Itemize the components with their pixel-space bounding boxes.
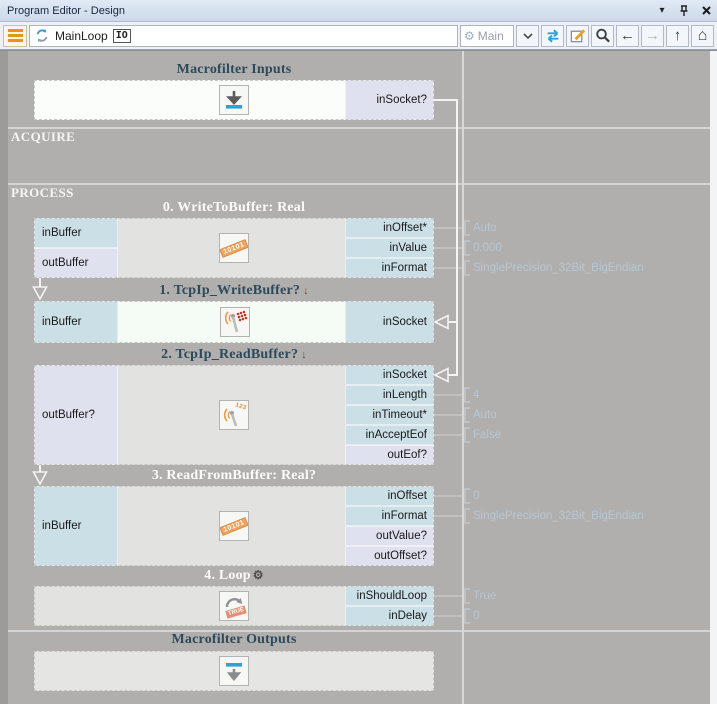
canvas-left-margin — [0, 51, 8, 704]
section-label-process: PROCESS — [11, 185, 74, 201]
port-informat[interactable]: inFormat — [345, 258, 434, 278]
value-informat[interactable]: SinglePrecision_32Bit_BigEndian — [473, 508, 644, 524]
port-outbuffer[interactable]: outBuffer — [34, 248, 118, 278]
value-inaccepteof[interactable]: False — [473, 427, 501, 443]
readfrombuffer-icon: 10101 — [219, 511, 249, 541]
search-icon — [594, 27, 611, 44]
navigate-up-button[interactable]: ↑ — [666, 25, 689, 47]
port-indelay[interactable]: inDelay — [345, 606, 434, 626]
io-badge: IO — [113, 29, 131, 43]
macro-inputs-title[interactable]: Macrofilter Inputs — [34, 62, 434, 78]
block-title-tcpip-readbuffer[interactable]: 2. TcpIp_ReadBuffer?↓ — [34, 347, 434, 363]
loop-icon: TRUE — [219, 591, 249, 621]
section-label-acquire: ACQUIRE — [11, 129, 75, 145]
port-outvalue[interactable]: outValue? — [345, 526, 434, 546]
port-insocket[interactable]: inSocket — [345, 365, 434, 385]
block-title-readfrombuffer[interactable]: 3. ReadFromBuffer: Real? — [34, 468, 434, 484]
forward-arrow-icon: → — [645, 27, 660, 44]
port-outoffset[interactable]: outOffset? — [345, 546, 434, 566]
value-invalue[interactable]: 0.000 — [473, 240, 502, 256]
navigate-back-button[interactable]: ← — [616, 25, 639, 47]
block-title-tcpip-writebuffer[interactable]: 1. TcpIp_WriteBuffer?↓ — [34, 283, 434, 299]
gear-icon: ⚙ — [464, 30, 475, 42]
value-inoffset[interactable]: 0 — [473, 488, 479, 504]
program-editor-window: Program Editor - Design ▾ MainLoop IO ⚙ … — [0, 0, 717, 703]
breadcrumb[interactable]: MainLoop IO — [29, 25, 458, 47]
tcpip-write-icon — [220, 307, 250, 337]
port-inaccepteof[interactable]: inAcceptEof — [345, 425, 434, 445]
macro-outputs-title[interactable]: Macrofilter Outputs — [34, 632, 434, 648]
editor-toolbar: MainLoop IO ⚙ Main ← — [0, 22, 717, 50]
up-arrow-icon: ↑ — [674, 27, 682, 44]
port-invalue[interactable]: inValue — [345, 238, 434, 258]
pin-icon[interactable] — [673, 2, 695, 20]
program-canvas[interactable]: ACQUIRE PROCESS Macrofilter Inputs inSoc… — [0, 50, 717, 703]
back-arrow-icon: ← — [620, 27, 635, 44]
port-insocket-out[interactable]: inSocket? — [345, 80, 434, 120]
port-outbuffer[interactable]: outBuffer? — [34, 365, 118, 465]
macrofilter-inputs-icon — [219, 85, 249, 115]
port-inbuffer[interactable]: inBuffer — [34, 301, 118, 343]
close-icon[interactable] — [695, 2, 717, 20]
block-title-writetobuffer[interactable]: 0. WriteToBuffer: Real — [34, 200, 434, 216]
view-selector-value: Main — [478, 29, 504, 43]
port-outeof[interactable]: outEof? — [345, 445, 434, 465]
value-inoffset[interactable]: Auto — [473, 220, 497, 236]
search-button[interactable] — [591, 25, 614, 47]
window-title: Program Editor - Design — [0, 5, 651, 17]
value-intimeout[interactable]: Auto — [473, 407, 497, 423]
value-inlength[interactable]: 4 — [473, 387, 479, 403]
filter-block-loop[interactable] — [34, 586, 345, 626]
value-informat[interactable]: SinglePrecision_32Bit_BigEndian — [473, 260, 644, 276]
tcpip-read-icon: 123 — [219, 400, 249, 430]
view-selector-dropdown-button[interactable] — [516, 25, 539, 47]
macrofilter-outputs-icon — [219, 656, 249, 686]
diagnostic-arrow-icon: ↓ — [303, 285, 309, 297]
port-insocket[interactable]: inSocket — [345, 301, 434, 343]
canvas-right-margin — [710, 51, 717, 704]
port-inoffset[interactable]: inOffset — [345, 486, 434, 506]
writetobuffer-icon: 10101 — [219, 233, 249, 263]
window-menu-caret-icon[interactable]: ▾ — [651, 2, 673, 20]
titlebar: Program Editor - Design ▾ — [0, 0, 717, 22]
port-intimeout[interactable]: inTimeout* — [345, 405, 434, 425]
value-inshouldloop[interactable]: True — [473, 588, 496, 604]
navigate-forward-button[interactable]: → — [641, 25, 664, 47]
canvas-column-divider — [462, 51, 464, 704]
edit-button[interactable] — [566, 25, 589, 47]
section-separator — [8, 127, 710, 129]
block-title-loop[interactable]: 4. Loop⚙ — [34, 568, 434, 584]
port-inbuffer[interactable]: inBuffer — [34, 218, 118, 248]
section-separator — [8, 183, 710, 185]
port-informat[interactable]: inFormat — [345, 506, 434, 526]
sync-views-button[interactable] — [541, 25, 564, 47]
edit-pencil-icon — [569, 27, 586, 44]
view-selector[interactable]: ⚙ Main — [460, 25, 514, 47]
value-indelay[interactable]: 0 — [473, 608, 479, 624]
breadcrumb-item-mainloop[interactable]: MainLoop — [55, 29, 108, 43]
macrofilter-icon — [34, 28, 50, 44]
swap-arrows-icon — [544, 28, 562, 44]
port-inshouldloop[interactable]: inShouldLoop — [345, 586, 434, 606]
home-icon: ⌂ — [698, 27, 708, 45]
macro-inputs-block[interactable] — [34, 80, 345, 120]
diagnostic-arrow-icon: ↓ — [301, 349, 307, 361]
hamburger-menu-button[interactable] — [3, 25, 27, 47]
port-inoffset[interactable]: inOffset* — [345, 218, 434, 238]
port-inlength[interactable]: inLength — [345, 385, 434, 405]
loop-gear-icon: ⚙ — [253, 568, 264, 582]
port-inbuffer[interactable]: inBuffer — [34, 486, 118, 566]
home-button[interactable]: ⌂ — [691, 25, 714, 47]
